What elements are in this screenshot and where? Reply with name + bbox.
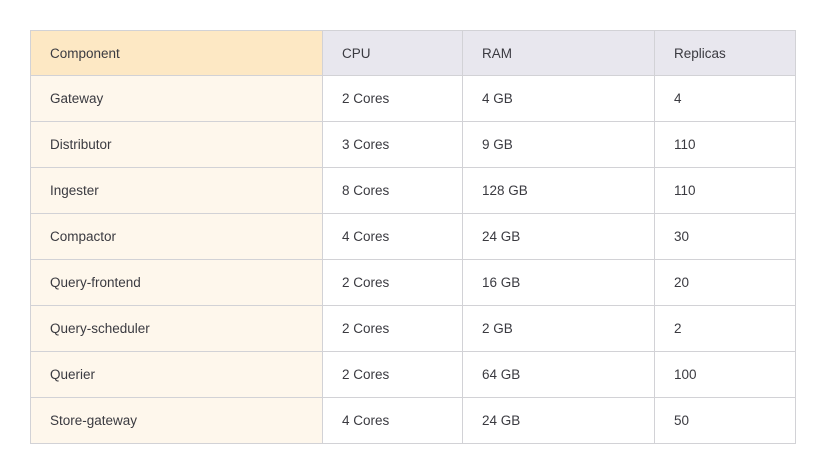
cell-cpu: 3 Cores	[322, 121, 463, 168]
table-row: Querier 2 Cores 64 GB 100	[30, 351, 796, 398]
cell-component: Distributor	[30, 121, 323, 168]
cell-component: Ingester	[30, 167, 323, 214]
table-row: Gateway 2 Cores 4 GB 4	[30, 75, 796, 122]
cell-component: Gateway	[30, 75, 323, 122]
cell-cpu: 4 Cores	[322, 397, 463, 444]
table-row: Store-gateway 4 Cores 24 GB 50	[30, 397, 796, 444]
table-row: Compactor 4 Cores 24 GB 30	[30, 213, 796, 260]
cell-cpu: 2 Cores	[322, 351, 463, 398]
cell-component: Store-gateway	[30, 397, 323, 444]
cell-component: Query-scheduler	[30, 305, 323, 352]
cell-replicas: 50	[654, 397, 796, 444]
cell-replicas: 2	[654, 305, 796, 352]
cell-replicas: 110	[654, 167, 796, 214]
cell-ram: 4 GB	[462, 75, 655, 122]
cell-ram: 128 GB	[462, 167, 655, 214]
cell-replicas: 100	[654, 351, 796, 398]
cell-ram: 9 GB	[462, 121, 655, 168]
cell-replicas: 4	[654, 75, 796, 122]
table-header-row: Component CPU RAM Replicas	[30, 30, 796, 76]
header-replicas: Replicas	[654, 30, 796, 76]
cell-component: Query-frontend	[30, 259, 323, 306]
cell-cpu: 8 Cores	[322, 167, 463, 214]
cell-ram: 16 GB	[462, 259, 655, 306]
cell-ram: 2 GB	[462, 305, 655, 352]
resource-table-container: Component CPU RAM Replicas Gateway 2 Cor…	[30, 30, 796, 444]
cell-replicas: 110	[654, 121, 796, 168]
cell-ram: 24 GB	[462, 397, 655, 444]
header-component: Component	[30, 30, 323, 76]
cell-replicas: 30	[654, 213, 796, 260]
cell-replicas: 20	[654, 259, 796, 306]
table-row: Query-scheduler 2 Cores 2 GB 2	[30, 305, 796, 352]
table-row: Distributor 3 Cores 9 GB 110	[30, 121, 796, 168]
cell-component: Querier	[30, 351, 323, 398]
cell-cpu: 2 Cores	[322, 305, 463, 352]
cell-cpu: 2 Cores	[322, 75, 463, 122]
table-row: Query-frontend 2 Cores 16 GB 20	[30, 259, 796, 306]
cell-cpu: 4 Cores	[322, 213, 463, 260]
cell-cpu: 2 Cores	[322, 259, 463, 306]
cell-ram: 64 GB	[462, 351, 655, 398]
table-row: Ingester 8 Cores 128 GB 110	[30, 167, 796, 214]
header-ram: RAM	[462, 30, 655, 76]
cell-ram: 24 GB	[462, 213, 655, 260]
header-cpu: CPU	[322, 30, 463, 76]
cell-component: Compactor	[30, 213, 323, 260]
resource-table: Component CPU RAM Replicas Gateway 2 Cor…	[30, 30, 796, 444]
